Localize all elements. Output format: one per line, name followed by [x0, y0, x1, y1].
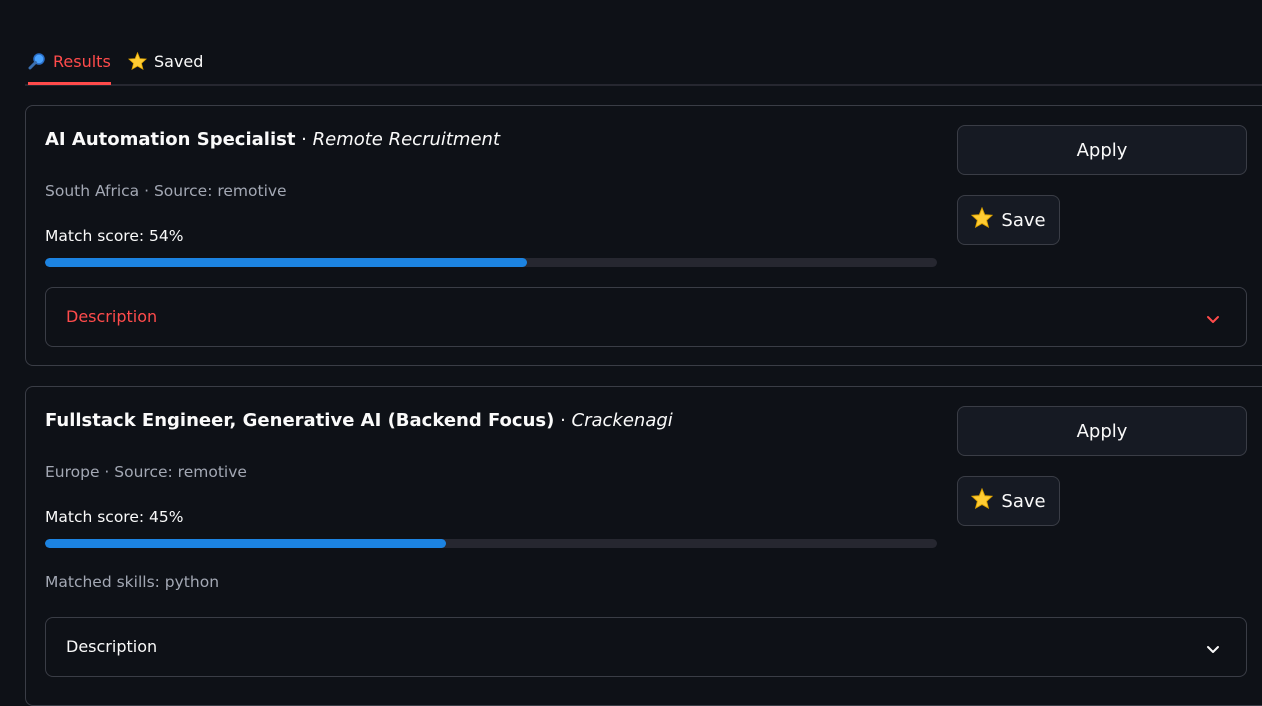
- job-title-line: Fullstack Engineer, Generative AI (Backe…: [45, 410, 673, 431]
- title-separator: ·: [554, 410, 572, 431]
- job-meta: South Africa · Source: remotive: [45, 182, 287, 200]
- save-button-label: Save: [1001, 209, 1046, 231]
- match-score-bar: [45, 258, 937, 267]
- job-title: AI Automation Specialist: [45, 129, 296, 150]
- match-score-fill: [45, 258, 527, 267]
- description-label: Description: [66, 637, 158, 656]
- tab-results[interactable]: Results: [28, 40, 111, 85]
- magnifier-icon: [28, 52, 46, 70]
- save-button[interactable]: Save: [957, 476, 1060, 526]
- chevron-down-icon: [1206, 310, 1220, 329]
- job-title-line: AI Automation Specialist · Remote Recrui…: [45, 129, 500, 150]
- apply-button[interactable]: Apply: [957, 125, 1247, 175]
- active-tab-indicator: [28, 82, 111, 85]
- star-icon: [971, 206, 994, 233]
- tab-bar: Results Saved: [25, 40, 1262, 86]
- title-separator: ·: [295, 129, 313, 150]
- tab-saved-label: Saved: [154, 51, 204, 71]
- tab-saved[interactable]: Saved: [128, 40, 203, 82]
- apply-button[interactable]: Apply: [957, 406, 1247, 456]
- job-card: AI Automation Specialist · Remote Recrui…: [25, 105, 1262, 366]
- apply-button-label: Apply: [1076, 420, 1128, 442]
- job-meta: Europe · Source: remotive: [45, 463, 247, 481]
- company-name: Crackenagi: [571, 410, 673, 431]
- description-expander[interactable]: Description: [45, 617, 1247, 677]
- save-button-label: Save: [1001, 490, 1046, 512]
- chevron-down-icon: [1206, 640, 1220, 659]
- matched-skills: Matched skills: python: [45, 573, 220, 591]
- star-icon: [971, 487, 994, 514]
- company-name: Remote Recruitment: [312, 129, 501, 150]
- apply-button-label: Apply: [1076, 139, 1128, 161]
- description-label: Description: [66, 307, 158, 326]
- job-card: Fullstack Engineer, Generative AI (Backe…: [25, 386, 1262, 706]
- description-expander[interactable]: Description: [45, 287, 1247, 347]
- tab-results-label: Results: [53, 51, 111, 71]
- match-score-bar: [45, 539, 937, 548]
- job-title: Fullstack Engineer, Generative AI (Backe…: [45, 410, 555, 431]
- star-icon: [128, 52, 147, 70]
- match-score-label: Match score: 54%: [45, 227, 184, 245]
- save-button[interactable]: Save: [957, 195, 1060, 245]
- match-score-label: Match score: 45%: [45, 508, 184, 526]
- match-score-fill: [45, 539, 447, 548]
